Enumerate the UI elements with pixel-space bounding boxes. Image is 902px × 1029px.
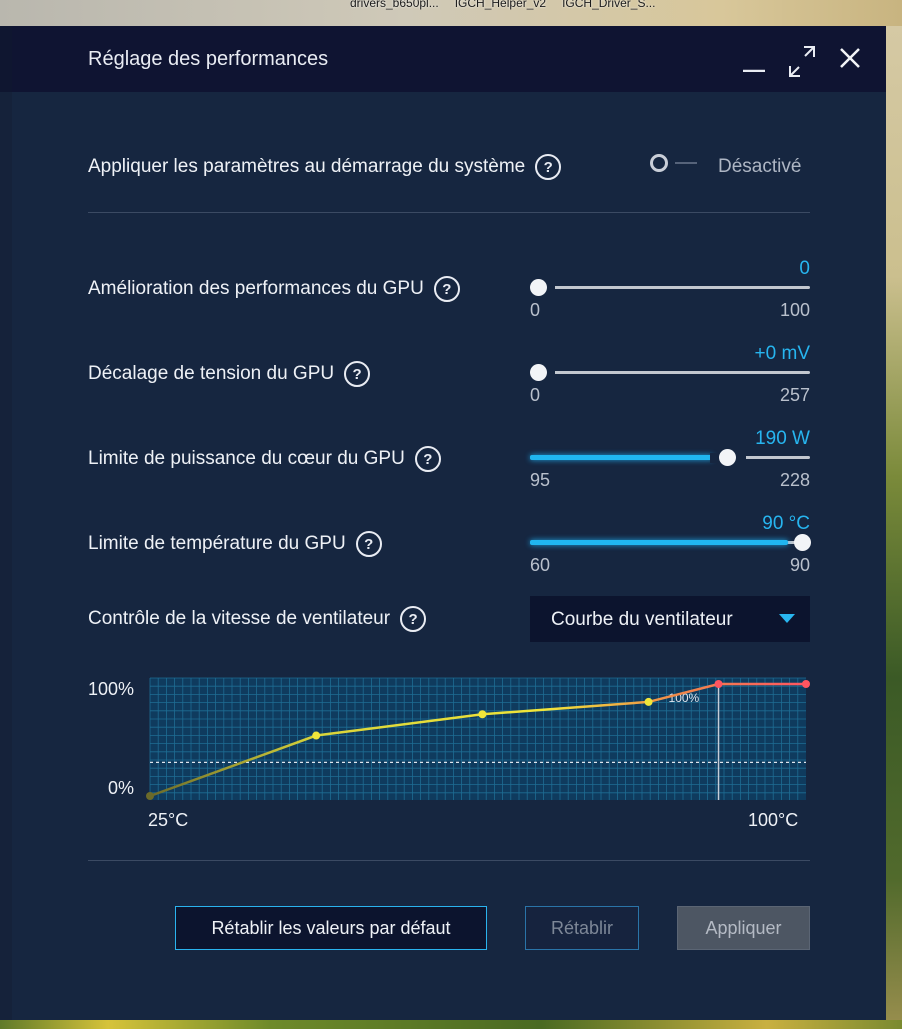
help-icon[interactable]: ?: [400, 606, 427, 632]
desktop-file-labels: drivers_b650pl... IGCH_Helper_v2 IGCH_Dr…: [350, 0, 710, 10]
toggle-knob: [650, 154, 668, 172]
background-window-titlebar: [0, 26, 12, 92]
desktop-file-1[interactable]: drivers_b650pl...: [350, 0, 439, 10]
slider-thumb[interactable]: [530, 279, 547, 296]
desktop-wallpaper-bottom: [0, 1020, 902, 1029]
desktop-wallpaper-right: [886, 26, 902, 1029]
fan-curve-point[interactable]: [802, 680, 810, 688]
fan-mode-selected: Courbe du ventilateur: [551, 609, 733, 630]
slider-fill: [530, 540, 788, 545]
fan-curve-chart[interactable]: 100%: [82, 666, 812, 806]
fan-curve-point[interactable]: [644, 697, 653, 706]
slider-max-label: 228: [779, 470, 810, 490]
performance-tuning-window: Réglage des performances Appliquer les p…: [12, 26, 886, 1020]
help-icon[interactable]: ?: [355, 531, 382, 557]
slider-min-label: 0: [530, 300, 541, 320]
toggle-track: [675, 162, 697, 164]
help-icon[interactable]: ?: [433, 276, 460, 302]
gpu-temperature-limit-slider[interactable]: [530, 532, 811, 552]
help-icon[interactable]: ?: [344, 361, 371, 387]
desktop-file-3[interactable]: IGCH_Driver_S...: [562, 0, 655, 10]
startup-setting-label: Appliquer les paramètres au démarrage du…: [88, 156, 526, 177]
slider-min-label: 60: [530, 555, 551, 575]
gpu-voltage-offset-slider[interactable]: [521, 362, 810, 382]
fan-curve-point[interactable]: [714, 680, 723, 688]
titlebar: Réglage des performances: [12, 26, 886, 92]
desktop-background: drivers_b650pl... IGCH_Helper_v2 IGCH_Dr…: [0, 0, 902, 26]
divider: [88, 212, 810, 213]
minimize-icon: [743, 69, 765, 73]
help-icon[interactable]: ?: [414, 446, 441, 472]
gpu-temperature-limit-label: Limite de température du GPU: [88, 533, 346, 554]
gpu-performance-boost-label: Amélioration des performances du GPU: [88, 278, 424, 299]
maximize-icon: [789, 46, 815, 77]
gpu-voltage-offset-label: Décalage de tension du GPU: [88, 363, 335, 384]
fan-speed-control-label: Contrôle de la vitesse de ventilateur: [88, 608, 391, 629]
slider-max-label: 90: [789, 555, 810, 575]
gpu-voltage-offset-row: Décalage de tension du GPU ?: [88, 361, 371, 387]
maximize-button[interactable]: [788, 44, 816, 77]
gpu-temperature-limit-row: Limite de température du GPU ?: [88, 531, 382, 557]
gpu-power-limit-label: Limite de puissance du cœur du GPU: [88, 448, 405, 469]
chevron-down-icon: [779, 614, 795, 623]
close-icon: [840, 48, 860, 68]
fan-chart-x-left-label: 25°C: [148, 810, 189, 830]
fan-speed-control-row: Contrôle de la vitesse de ventilateur ?: [88, 606, 427, 632]
slider-min-label: 95: [530, 470, 551, 490]
slider-min-label: 0: [530, 385, 541, 405]
reset-defaults-button[interactable]: Rétablir les valeurs par défaut: [175, 906, 487, 950]
fan-curve-point[interactable]: [478, 710, 487, 719]
gpu-power-limit-slider[interactable]: [530, 447, 810, 467]
minimize-button[interactable]: [740, 44, 768, 73]
fan-chart-grid: [149, 677, 806, 800]
slider-fill: [530, 455, 713, 460]
fan-chart-x-right-label: 100°C: [748, 810, 799, 830]
slider-track: [530, 286, 810, 289]
slider-thumb[interactable]: [718, 449, 736, 466]
divider: [88, 860, 810, 861]
startup-setting-row: Appliquer les paramètres au démarrage du…: [88, 154, 562, 180]
slider-thumb[interactable]: [794, 534, 811, 551]
help-icon[interactable]: ?: [535, 154, 562, 180]
slider-max-label: 100: [779, 300, 810, 320]
slider-track: [530, 371, 810, 374]
slider-thumb[interactable]: [530, 364, 547, 381]
restore-button[interactable]: Rétablir: [525, 906, 639, 950]
startup-toggle-state: Désactivé: [718, 156, 802, 177]
gpu-performance-boost-slider[interactable]: [521, 277, 810, 297]
fan-curve-point[interactable]: [146, 792, 154, 800]
close-button[interactable]: [836, 44, 864, 72]
gpu-power-limit-row: Limite de puissance du cœur du GPU ?: [88, 446, 441, 472]
slider-max-label: 257: [779, 385, 810, 405]
desktop-file-2[interactable]: IGCH_Helper_v2: [455, 0, 546, 10]
startup-toggle[interactable]: [650, 154, 697, 172]
fan-mode-dropdown[interactable]: Courbe du ventilateur: [530, 596, 810, 642]
window-title: Réglage des performances: [88, 48, 329, 70]
apply-button[interactable]: Appliquer: [677, 906, 810, 950]
gpu-performance-boost-row: Amélioration des performances du GPU ?: [88, 276, 460, 302]
fan-curve-point[interactable]: [312, 731, 321, 740]
